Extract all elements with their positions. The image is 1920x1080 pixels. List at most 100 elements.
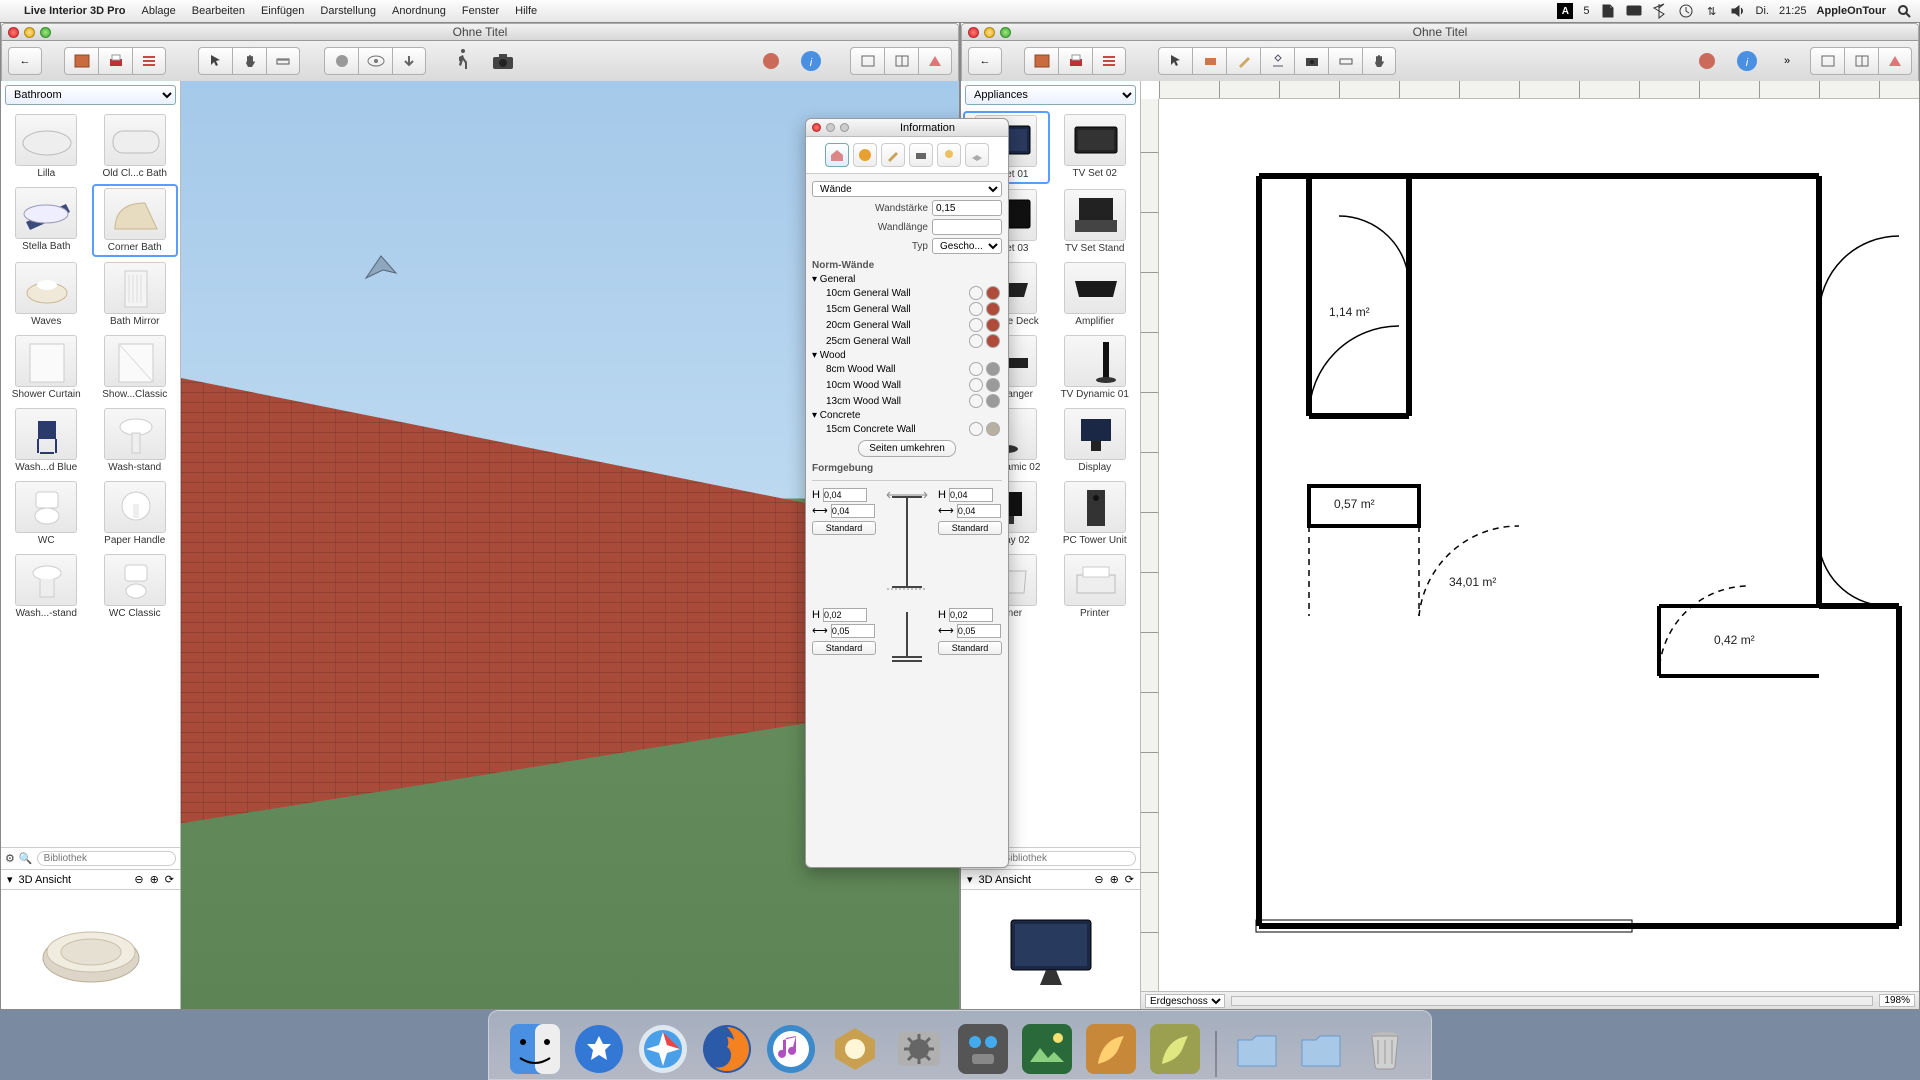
- wall-preset-row[interactable]: 15cm Concrete Wall: [812, 421, 1002, 437]
- gear-icon[interactable]: ⚙: [5, 852, 15, 865]
- view2d-button[interactable]: [1810, 47, 1844, 75]
- swatch-side2[interactable]: [986, 302, 1000, 316]
- wall-tool[interactable]: [1192, 47, 1226, 75]
- library-item[interactable]: Old Cl...c Bath: [92, 111, 179, 182]
- minimize-icon[interactable]: [24, 27, 35, 38]
- view-toggle-left[interactable]: ▾ 3D Ansicht ⊖ ⊕ ⟳: [1, 869, 180, 889]
- menu-time[interactable]: 21:25: [1779, 5, 1807, 17]
- library-item[interactable]: Wash-stand: [92, 405, 179, 476]
- view2d-button[interactable]: [850, 47, 884, 75]
- swap-sides-button[interactable]: Seiten umkehren: [858, 440, 956, 457]
- swatch-side1[interactable]: [969, 334, 983, 348]
- print-button[interactable]: [98, 47, 132, 75]
- category-select-left[interactable]: Bathroom: [5, 85, 176, 105]
- pan-tool[interactable]: [232, 47, 266, 75]
- dock-iphoto[interactable]: [1019, 1021, 1075, 1077]
- library-item[interactable]: TV Set Stand: [1052, 186, 1139, 257]
- menu-fenster[interactable]: Fenster: [462, 5, 499, 17]
- library-item[interactable]: Printer: [1052, 551, 1139, 622]
- form-w2-right[interactable]: [957, 624, 1001, 638]
- scrollbar-horizontal[interactable]: [1231, 996, 1873, 1006]
- menu-einfuegen[interactable]: Einfügen: [261, 5, 304, 17]
- swatch-side1[interactable]: [969, 318, 983, 332]
- dock-finder[interactable]: [507, 1021, 563, 1077]
- titlebar-right[interactable]: Ohne Titel: [961, 23, 1919, 41]
- viewsplit-button[interactable]: [1844, 47, 1878, 75]
- view3d-button[interactable]: [1878, 47, 1912, 75]
- wall-group-header[interactable]: ▾ General: [812, 273, 1002, 285]
- form-std-left-bot[interactable]: Standard: [812, 641, 876, 655]
- dock-adobe2[interactable]: [1147, 1021, 1203, 1077]
- minimize-icon[interactable]: [826, 123, 835, 132]
- measure-tool[interactable]: [1328, 47, 1362, 75]
- library-item[interactable]: PC Tower Unit: [1052, 478, 1139, 549]
- snapshot-tool[interactable]: [1294, 47, 1328, 75]
- library-button[interactable]: [64, 47, 98, 75]
- dock-itunes[interactable]: [763, 1021, 819, 1077]
- view-toggle-right[interactable]: ▾ 3D Ansicht ⊖ ⊕ ⟳: [961, 869, 1140, 889]
- library-item[interactable]: Bath Mirror: [92, 259, 179, 330]
- wall-preset-row[interactable]: 8cm Wood Wall: [812, 361, 1002, 377]
- list-button[interactable]: [132, 47, 166, 75]
- wall-preset-row[interactable]: 10cm Wood Wall: [812, 377, 1002, 393]
- pan-tool[interactable]: [1362, 47, 1396, 75]
- dock[interactable]: [488, 1010, 1432, 1080]
- list-button[interactable]: [1092, 47, 1126, 75]
- library-item[interactable]: Paper Handle: [92, 478, 179, 549]
- tab-edit-icon[interactable]: [881, 143, 905, 167]
- dock-imovie[interactable]: [827, 1021, 883, 1077]
- minimize-icon[interactable]: [984, 27, 995, 38]
- zoom-icon[interactable]: [40, 27, 51, 38]
- wall-group-header[interactable]: ▾ Wood: [812, 349, 1002, 361]
- swatch-side2[interactable]: [986, 394, 1000, 408]
- shape-tool[interactable]: [1260, 47, 1294, 75]
- floor-select[interactable]: Erdgeschoss: [1145, 994, 1225, 1008]
- dock-sysprefs[interactable]: [891, 1021, 947, 1077]
- search-input-left[interactable]: [37, 851, 176, 866]
- menu-bearbeiten[interactable]: Bearbeiten: [192, 5, 245, 17]
- form-std-left-top[interactable]: Standard: [812, 521, 876, 535]
- volume-icon[interactable]: [1730, 3, 1746, 19]
- tab-house-icon[interactable]: [825, 143, 849, 167]
- wall-preset-row[interactable]: 10cm General Wall: [812, 285, 1002, 301]
- swatch-side2[interactable]: [986, 378, 1000, 392]
- form-h2-left[interactable]: [823, 608, 867, 622]
- zoom-level[interactable]: 198%: [1879, 994, 1915, 1007]
- spotlight-icon[interactable]: [1896, 3, 1912, 19]
- app-menu[interactable]: Live Interior 3D Pro: [24, 5, 125, 17]
- dock-safari[interactable]: [635, 1021, 691, 1077]
- back-button[interactable]: ←: [8, 47, 42, 75]
- library-grid-left[interactable]: LillaOld Cl...c BathStella BathCorner Ba…: [1, 109, 180, 847]
- form-std-right-top[interactable]: Standard: [938, 521, 1002, 535]
- swatch-side1[interactable]: [969, 362, 983, 376]
- library-item[interactable]: TV Set 02: [1052, 111, 1139, 184]
- tab-print-icon[interactable]: [909, 143, 933, 167]
- wall-preset-row[interactable]: 15cm General Wall: [812, 301, 1002, 317]
- library-item[interactable]: Shower Curtain: [3, 332, 90, 403]
- zoom-in-icon[interactable]: ⊕: [150, 873, 159, 886]
- form-w2-left[interactable]: [831, 624, 875, 638]
- dock-apps-folder[interactable]: [1229, 1021, 1285, 1077]
- library-button[interactable]: [1024, 47, 1058, 75]
- typ-select[interactable]: Gescho...: [932, 238, 1002, 254]
- swatch-side2[interactable]: [986, 318, 1000, 332]
- close-icon[interactable]: [968, 27, 979, 38]
- library-item[interactable]: Wash...d Blue: [3, 405, 90, 476]
- menu-day[interactable]: Di.: [1756, 5, 1769, 17]
- view-button[interactable]: [358, 47, 392, 75]
- form-std-right-bot[interactable]: Standard: [938, 641, 1002, 655]
- view3d-button[interactable]: [918, 47, 952, 75]
- measure-tool[interactable]: [266, 47, 300, 75]
- dock-automator[interactable]: [955, 1021, 1011, 1077]
- search-input-right[interactable]: [997, 851, 1136, 866]
- dock-docs-folder[interactable]: [1293, 1021, 1349, 1077]
- dock-appstore[interactable]: [571, 1021, 627, 1077]
- wall-preset-row[interactable]: 20cm General Wall: [812, 317, 1002, 333]
- swatch-side1[interactable]: [969, 286, 983, 300]
- refresh-icon[interactable]: ⟳: [165, 873, 174, 886]
- bluetooth-icon[interactable]: [1652, 3, 1668, 19]
- menu-user[interactable]: AppleOnTour: [1817, 5, 1886, 17]
- menu-darstellung[interactable]: Darstellung: [320, 5, 376, 17]
- form-h2-right[interactable]: [949, 608, 993, 622]
- print-button[interactable]: [1058, 47, 1092, 75]
